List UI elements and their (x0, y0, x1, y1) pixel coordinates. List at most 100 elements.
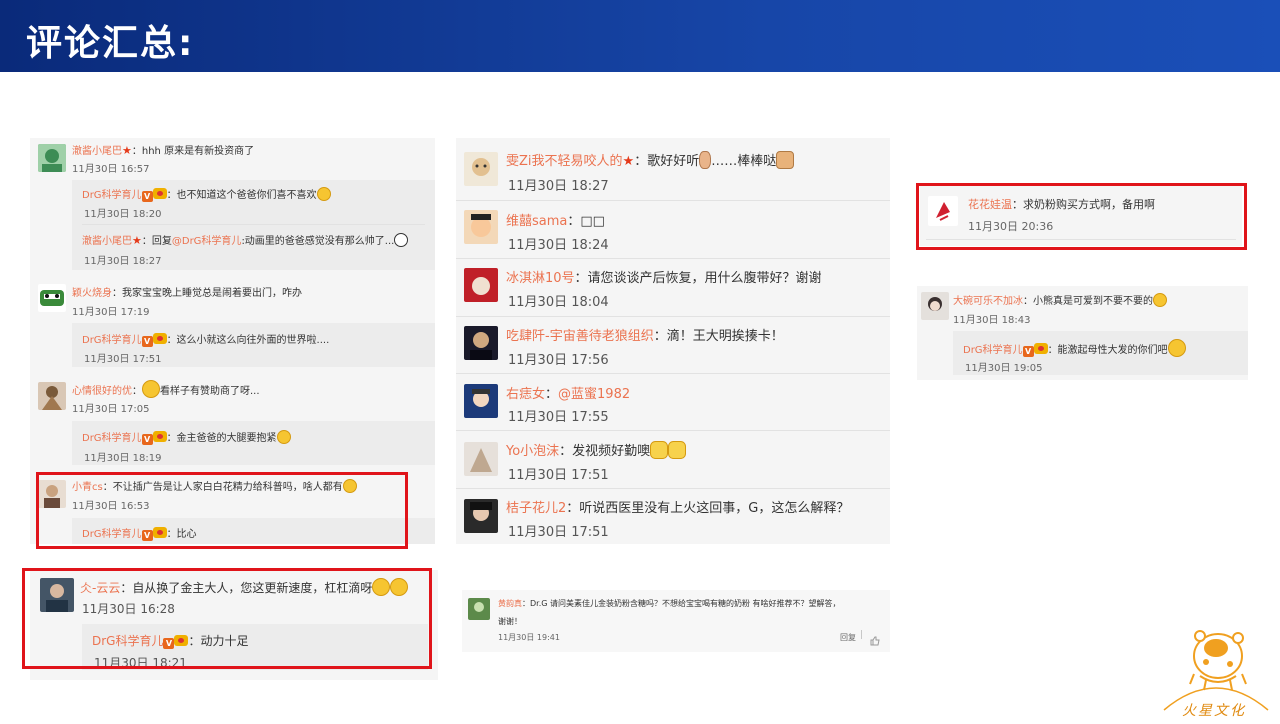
comment-text: ： (132, 386, 142, 397)
comment-text: ……棒棒哒 (711, 154, 777, 169)
timestamp: 11月30日 18:19 (84, 453, 162, 464)
avatar[interactable] (464, 499, 498, 533)
comment-text: ：听说西医里没有上火这回事，G，这怎么解释？ (566, 501, 850, 516)
reply-text: :动画里的爸爸感觉没有那么帅了... (241, 236, 395, 247)
username-link[interactable]: 澈酱小尾巴 (72, 146, 122, 157)
like-icon[interactable] (870, 631, 880, 646)
avatar[interactable] (464, 442, 498, 476)
comment-line: 右痣女：@蓝蜜1982 (506, 383, 630, 402)
cat-emoji-icon (650, 441, 669, 459)
reply-line: DrG科学育儿 V ：这么小就这么向往外面的世界啦.... (82, 331, 329, 347)
timestamp: 11月30日 17:55 (508, 410, 609, 425)
comment-panel-right-middle: 大碗可乐不加冰：小熊真是可爱到不要不要的 11月30日 18:43 DrG科学育… (917, 286, 1248, 380)
reply-text: ：回复 (141, 236, 172, 247)
avatar[interactable] (468, 598, 490, 620)
avatar[interactable] (464, 210, 498, 244)
divider: | (860, 630, 864, 640)
timestamp: 11月30日 16:57 (72, 164, 150, 175)
laugh-emoji-icon (276, 430, 291, 444)
comment-line: Yo小泡沫：发视频好勤噢 (506, 440, 687, 459)
highlight-box (36, 472, 408, 549)
ear-emoji-icon (699, 151, 712, 169)
divider (456, 430, 890, 431)
username-link[interactable]: 吃肆阡-宇宙善待老狼组织 (506, 329, 654, 344)
comment-text: ：我家宝宝晚上睡觉总是闹着要出门，咋办 (112, 288, 302, 299)
reply-line: 澈酱小尾巴★：回复@DrG科学育儿:动画里的爸爸感觉没有那么帅了... (82, 232, 409, 247)
avatar[interactable] (38, 284, 66, 312)
comment-line-continued: 谢谢！ (498, 617, 522, 626)
star-icon: ★ (132, 234, 142, 247)
timestamp: 11月30日 18:04 (508, 295, 609, 310)
comment-text: 看样子有赞助商了呀... (160, 386, 260, 397)
title-banner: 评论汇总: (0, 0, 1280, 72)
mention-link[interactable]: @DrG科学育儿 (172, 236, 242, 247)
username-link[interactable]: 桔子花儿2 (506, 501, 566, 516)
username-link[interactable]: DrG科学育儿 (82, 335, 142, 346)
username-link[interactable]: 黄韵真 (498, 599, 522, 608)
username-link[interactable]: 冰淇淋10号 (506, 271, 575, 286)
vip-icon (1033, 343, 1048, 354)
avatar[interactable] (464, 326, 498, 360)
grin-emoji-icon (1167, 339, 1186, 357)
timestamp: 11月30日 18:43 (953, 315, 1031, 326)
comment-line: 颖火烧身：我家宝宝晚上睡觉总是闹着要出门，咋办 (72, 284, 302, 299)
mention-link[interactable]: @蓝蜜1982 (558, 387, 630, 402)
avatar[interactable] (38, 144, 66, 172)
username-link[interactable]: 澈酱小尾巴 (82, 236, 132, 247)
comment-text: ：滴！王大明挨揍卡！ (653, 329, 784, 344)
avatar[interactable] (464, 152, 498, 186)
username-link[interactable]: Yo小泡沫 (506, 444, 559, 459)
avatar[interactable] (921, 292, 949, 320)
divider (456, 258, 890, 259)
avatar[interactable] (464, 384, 498, 418)
timestamp: 11月30日 17:19 (72, 307, 150, 318)
avatar[interactable] (38, 382, 66, 410)
worried-emoji-icon (316, 187, 331, 201)
divider (456, 200, 890, 201)
divider (456, 488, 890, 489)
comment-panel-middle-bottom: 黄韵真：Dr.G 请问美素佳儿金装奶粉含糖吗？不想给宝宝喝有糖的奶粉 有啥好推荐… (462, 590, 890, 652)
divider (82, 224, 425, 225)
sticker-emoji-icon (394, 233, 409, 247)
comment-line: 维囍sama：□□ (506, 210, 605, 229)
comment-text: ： (545, 387, 559, 402)
timestamp: 11月30日 18:27 (84, 256, 162, 267)
comment-line: 吃肆阡-宇宙善待老狼组织：滴！王大明挨揍卡！ (506, 325, 784, 344)
timestamp: 11月30日 19:41 (498, 633, 560, 642)
comment-line: 心情很好的优： 看样子有赞助商了呀... (72, 380, 260, 398)
reply-button[interactable]: 回复 (840, 632, 856, 643)
comment-line: 桔子花儿2：听说西医里没有上火这回事，G，这怎么解释？ (506, 497, 849, 516)
comment-text: ：hhh 原来是有新投资商了 (131, 146, 255, 157)
reply-line: DrG科学育儿 V ：金主爸爸的大腿要抱紧 (82, 429, 291, 445)
username-link[interactable]: DrG科学育儿 (82, 190, 142, 201)
timestamp: 11月30日 19:05 (965, 363, 1043, 374)
verified-icon: V (1022, 346, 1034, 357)
timestamp: 11月30日 17:51 (508, 468, 609, 483)
timestamp: 11月30日 18:20 (84, 209, 162, 220)
username-link[interactable]: 雯Zi我不轻易咬人的 (506, 154, 623, 169)
star-icon: ★ (122, 144, 132, 157)
avatar[interactable] (464, 268, 498, 302)
verified-icon: V (141, 336, 153, 347)
reply-box: DrG科学育儿 V ：也不知道这个爸爸你们喜不喜欢 11月30日 18:20 澈酱小… (72, 180, 435, 270)
username-link[interactable]: 颖火烧身 (72, 288, 112, 299)
reply-box: DrG科学育儿 V ：能激起母性大发的你们吧 11月30日 19:05 (953, 331, 1248, 375)
username-link[interactable]: 心情很好的优 (72, 386, 132, 397)
reply-text: ：金主爸爸的大腿要抱紧 (166, 433, 277, 444)
username-link[interactable]: 大碗可乐不加冰 (953, 296, 1023, 307)
username-link[interactable]: 右痣女 (506, 387, 545, 402)
comment-text: ：□□ (567, 214, 605, 229)
page-title: 评论汇总: (26, 23, 195, 64)
username-link[interactable]: DrG科学育儿 (963, 345, 1023, 356)
reply-text: ：这么小就这么向往外面的世界啦.... (166, 335, 330, 346)
comment-line: 雯Zi我不轻易咬人的★：歌好好听 ……棒棒哒 (506, 150, 795, 169)
timestamp: 11月30日 17:05 (72, 404, 150, 415)
username-link[interactable]: 维囍sama (506, 214, 567, 229)
timestamp: 11月30日 18:27 (508, 179, 609, 194)
smile-emoji-icon (142, 380, 160, 398)
comment-line: 黄韵真：Dr.G 请问美素佳儿金装奶粉含糖吗？不想给宝宝喝有糖的奶粉 有啥好推荐… (498, 598, 841, 609)
logo-text: 火星文化 (1182, 703, 1246, 719)
smirk-emoji-icon (1153, 293, 1167, 307)
username-link[interactable]: DrG科学育儿 (82, 433, 142, 444)
comment-line: 冰淇淋10号：请您谈谈产后恢复，用什么腹带好？谢谢 (506, 267, 822, 286)
